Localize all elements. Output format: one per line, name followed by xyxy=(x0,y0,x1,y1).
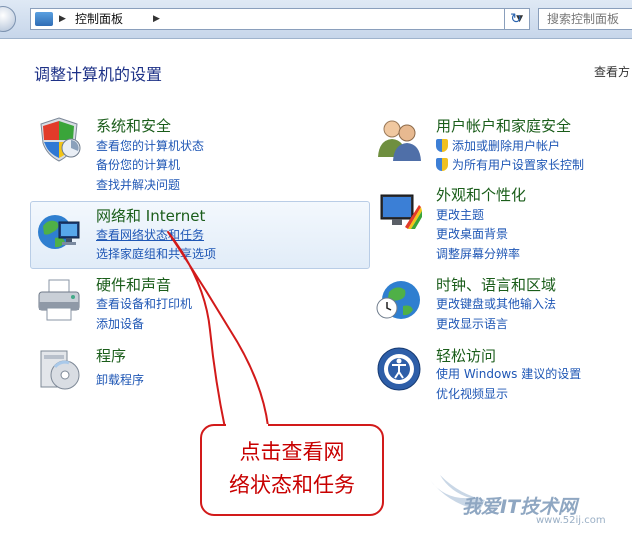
link-parental-controls[interactable]: 为所有用户设置家长控制 xyxy=(436,156,584,173)
annotation-callout: 点击查看网 络状态和任务 xyxy=(200,424,384,516)
search-input[interactable]: 搜索控制面板 xyxy=(538,8,632,30)
link-optimize-visual-display[interactable]: 优化视频显示 xyxy=(436,385,508,402)
back-button[interactable] xyxy=(0,6,16,32)
link-label[interactable]: 为所有用户设置家长控制 xyxy=(452,158,584,172)
control-panel-icon xyxy=(35,12,53,26)
link-troubleshoot[interactable]: 查找并解决问题 xyxy=(96,176,180,193)
callout-line: 络状态和任务 xyxy=(229,473,355,497)
category-title[interactable]: 程序 xyxy=(96,345,126,366)
watermark-url: www.52ij.com xyxy=(536,515,606,526)
link-screen-resolution[interactable]: 调整屏幕分辨率 xyxy=(436,245,520,262)
category-title[interactable]: 外观和个性化 xyxy=(436,184,526,205)
category-title[interactable]: 轻松访问 xyxy=(436,345,496,366)
category-title[interactable]: 用户帐户和家庭安全 xyxy=(436,115,571,136)
link-view-network-status[interactable]: 查看网络状态和任务 xyxy=(96,226,204,243)
uac-shield-icon xyxy=(436,139,448,152)
refresh-icon[interactable]: ↻ xyxy=(504,9,527,29)
link-change-display-language[interactable]: 更改显示语言 xyxy=(436,315,508,332)
page-title: 调整计算机的设置 xyxy=(34,65,163,84)
link-homegroup-sharing[interactable]: 选择家庭组和共享选项 xyxy=(96,245,216,262)
programs-disc-icon[interactable] xyxy=(35,345,83,393)
link-backup-computer[interactable]: 备份您的计算机 xyxy=(96,156,180,173)
callout-line: 点击查看网 xyxy=(239,440,345,464)
link-devices-printers[interactable]: 查看设备和打印机 xyxy=(96,295,192,312)
ease-of-access-icon[interactable] xyxy=(375,345,423,393)
link-change-background[interactable]: 更改桌面背景 xyxy=(436,225,508,242)
link-add-device[interactable]: 添加设备 xyxy=(96,315,144,332)
breadcrumb-arrow-icon[interactable]: ▶ xyxy=(59,9,66,29)
address-bar[interactable]: ▶ 控制面板 ▶ ▼ xyxy=(30,8,530,30)
appearance-monitor-icon[interactable] xyxy=(375,187,423,235)
callout-joint xyxy=(226,424,268,427)
link-change-keyboard[interactable]: 更改键盘或其他输入法 xyxy=(436,295,556,312)
breadcrumb-control-panel[interactable]: 控制面板 xyxy=(75,9,123,29)
category-title[interactable]: 系统和安全 xyxy=(96,115,171,136)
network-globe-icon[interactable] xyxy=(35,208,83,256)
security-shield-icon[interactable] xyxy=(35,115,83,163)
uac-shield-icon xyxy=(436,158,448,171)
category-title[interactable]: 时钟、语言和区域 xyxy=(436,274,556,295)
link-uninstall-program[interactable]: 卸载程序 xyxy=(96,371,144,388)
link-recommended-settings[interactable]: 使用 Windows 建议的设置 xyxy=(436,365,581,382)
link-add-remove-accounts[interactable]: 添加或删除用户帐户 xyxy=(436,137,560,154)
view-by-menu[interactable]: 查看方 xyxy=(594,63,630,80)
link-change-theme[interactable]: 更改主题 xyxy=(436,206,484,223)
printer-icon[interactable] xyxy=(35,276,83,324)
link-view-computer-status[interactable]: 查看您的计算机状态 xyxy=(96,137,204,154)
clock-globe-icon[interactable] xyxy=(375,276,423,324)
address-toolbar: ▶ 控制面板 ▶ ▼ ↻ 搜索控制面板 xyxy=(0,0,632,39)
breadcrumb-arrow-icon[interactable]: ▶ xyxy=(153,9,160,29)
link-label[interactable]: 添加或删除用户帐户 xyxy=(452,139,560,153)
category-title[interactable]: 硬件和声音 xyxy=(96,274,171,295)
category-title[interactable]: 网络和 Internet xyxy=(96,205,205,226)
users-icon[interactable] xyxy=(375,115,423,163)
callout-text: 点击查看网 络状态和任务 xyxy=(202,436,382,502)
